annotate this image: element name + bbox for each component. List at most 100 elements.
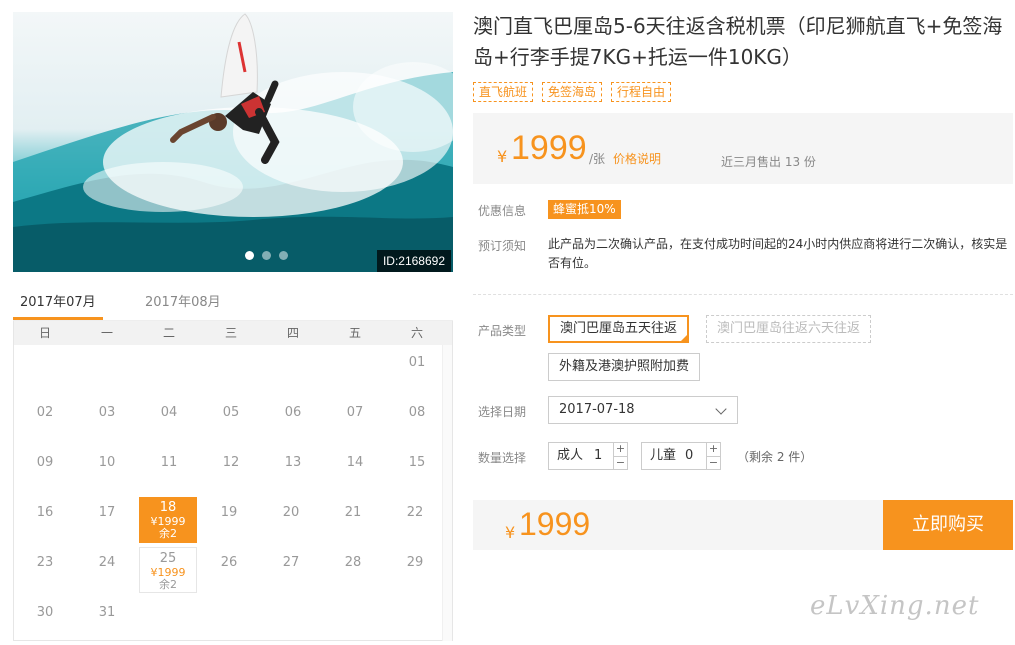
calendar-day-number: 14	[346, 455, 364, 470]
child-count-input[interactable]: 0	[685, 443, 693, 469]
weekday-label: 六	[410, 326, 423, 340]
adult-count-input[interactable]: 1	[594, 443, 602, 469]
tab-month-august[interactable]: 2017年08月	[145, 291, 221, 310]
weekday-label: 五	[348, 326, 361, 340]
calendar-week-row: 09 10 11 12 13 14 15	[14, 445, 452, 495]
price-note-link[interactable]: 价格说明	[613, 150, 661, 167]
child-quantity-stepper[interactable]: 儿童 0 + −	[641, 442, 721, 470]
calendar-day-number: 04	[160, 405, 178, 420]
child-plus-button[interactable]: +	[707, 443, 720, 456]
chevron-down-icon	[715, 403, 727, 415]
tag-visa-free: 免签海岛	[542, 82, 603, 102]
price-currency: ¥	[497, 147, 508, 166]
calendar-day: 02	[14, 395, 76, 445]
calendar-day-available[interactable]: 25 ¥1999 余2	[139, 547, 197, 593]
calendar-day-number: 13	[284, 455, 302, 470]
calendar-day-number: 24	[98, 555, 116, 570]
buy-bar: ¥ 1999 立即购买	[473, 500, 1013, 550]
product-option-5day[interactable]: 澳门巴厘岛五天往返	[548, 315, 690, 343]
calendar-day-number: 23	[36, 555, 54, 570]
calendar-day: 21	[322, 495, 384, 545]
calendar-week-row: 01	[14, 345, 452, 395]
calendar-day	[76, 345, 138, 395]
weekday-label: 二	[162, 326, 175, 340]
promo-badge: 蜂蜜抵10%	[548, 200, 621, 219]
adult-stepper-buttons: + −	[613, 443, 627, 469]
calendar-day	[262, 345, 324, 395]
promo-label: 优惠信息	[478, 204, 527, 218]
calendar-day: 28	[322, 545, 384, 595]
calendar-day-number: 22	[406, 505, 424, 520]
date-select-dropdown[interactable]: 2017-07-18	[548, 396, 738, 424]
calendar-week-row: 02 03 04 05 06 07 08	[14, 395, 452, 445]
calendar-day-number: 09	[36, 455, 54, 470]
calendar-day	[324, 595, 386, 645]
calendar-day: 16	[14, 495, 76, 545]
child-minus-button[interactable]: −	[707, 456, 720, 469]
product-option-passport-fee[interactable]: 外籍及港澳护照附加费	[548, 353, 701, 381]
product-option-6day[interactable]: 澳门巴厘岛往返六天往返	[706, 315, 872, 343]
adult-label: 成人	[557, 448, 584, 463]
calendar-day: 07	[324, 395, 386, 445]
calendar-week-row: 16 17 18 ¥1999 余2 19 20 21 22	[14, 495, 452, 545]
calendar-day: 30	[14, 595, 76, 645]
total-price: 1999	[519, 506, 591, 542]
departure-calendar: 日 一 二 三 四 五 六 01 02 03 04 05 06 07 08 09 10 11 12 13 14 15 16…	[13, 321, 453, 641]
calendar-day-number: 30	[36, 605, 54, 620]
calendar-day-number: 07	[346, 405, 364, 420]
calendar-day-available[interactable]: 18 ¥1999 余2	[139, 497, 197, 543]
price-value: 1999	[511, 129, 587, 167]
calendar-month-tabs: 2017年07月 2017年08月	[13, 287, 453, 321]
calendar-day: 15	[386, 445, 448, 495]
notice-text: 此产品为二次确认产品，在支付成功时间起的24小时内供应商将进行二次确认，核实是否…	[548, 237, 1008, 270]
calendar-day: 31	[76, 595, 138, 645]
product-hero-image[interactable]: ID:2168692	[13, 12, 453, 272]
surfer-illustration	[13, 13, 453, 272]
child-stepper-buttons: + −	[706, 443, 720, 469]
calendar-day-number: 06	[284, 405, 302, 420]
sold-count: 近三月售出 13 份	[721, 155, 816, 169]
carousel-dot[interactable]	[279, 251, 288, 260]
calendar-day-remaining: 余2	[159, 527, 177, 540]
calendar-week-row: 30 31	[14, 595, 452, 645]
calendar-day-number: 19	[220, 505, 238, 520]
calendar-day: 11	[138, 445, 200, 495]
buy-now-button[interactable]: 立即购买	[883, 500, 1013, 550]
calendar-day: 05	[200, 395, 262, 445]
calendar-day	[138, 345, 200, 395]
calendar-day	[200, 345, 262, 395]
calendar-day-number: 31	[98, 605, 116, 620]
calendar-day: 09	[14, 445, 76, 495]
calendar-day: 19	[198, 495, 260, 545]
calendar-day: 03	[76, 395, 138, 445]
remaining-stock: （剩余 2 件）	[737, 450, 813, 464]
calendar-day-number: 28	[344, 555, 362, 570]
calendar-day-number: 29	[406, 555, 424, 570]
weekday-label: 一	[100, 326, 113, 340]
calendar-day: 26	[198, 545, 260, 595]
adult-plus-button[interactable]: +	[614, 443, 627, 456]
tag-free-itinerary: 行程自由	[611, 82, 672, 102]
calendar-day: 17	[76, 495, 138, 545]
calendar-day-number: 11	[160, 455, 178, 470]
calendar-day: 24	[76, 545, 138, 595]
calendar-day: 13	[262, 445, 324, 495]
carousel-dot[interactable]	[245, 251, 254, 260]
calendar-day-number: 10	[98, 455, 116, 470]
calendar-day: 27	[260, 545, 322, 595]
notice-label: 预订须知	[478, 239, 527, 253]
calendar-day: 10	[76, 445, 138, 495]
calendar-day: 14	[324, 445, 386, 495]
child-label: 儿童	[650, 448, 677, 463]
product-title: 澳门直飞巴厘岛5-6天往返含税机票（印尼狮航直飞+免签海岛+行李手提7KG+托运…	[473, 14, 1003, 69]
adult-quantity-stepper[interactable]: 成人 1 + −	[548, 442, 628, 470]
active-tab-indicator	[13, 317, 103, 320]
calendar-scrollbar[interactable]	[442, 345, 452, 641]
calendar-day	[386, 595, 448, 645]
calendar-days: 01 02 03 04 05 06 07 08 09 10 11 12 13 14 15 16 17 18 ¥199…	[14, 345, 452, 645]
adult-minus-button[interactable]: −	[614, 456, 627, 469]
calendar-day-number: 02	[36, 405, 54, 420]
tab-month-july[interactable]: 2017年07月	[20, 291, 96, 310]
carousel-dot[interactable]	[262, 251, 271, 260]
calendar-day-number: 25	[159, 551, 177, 566]
